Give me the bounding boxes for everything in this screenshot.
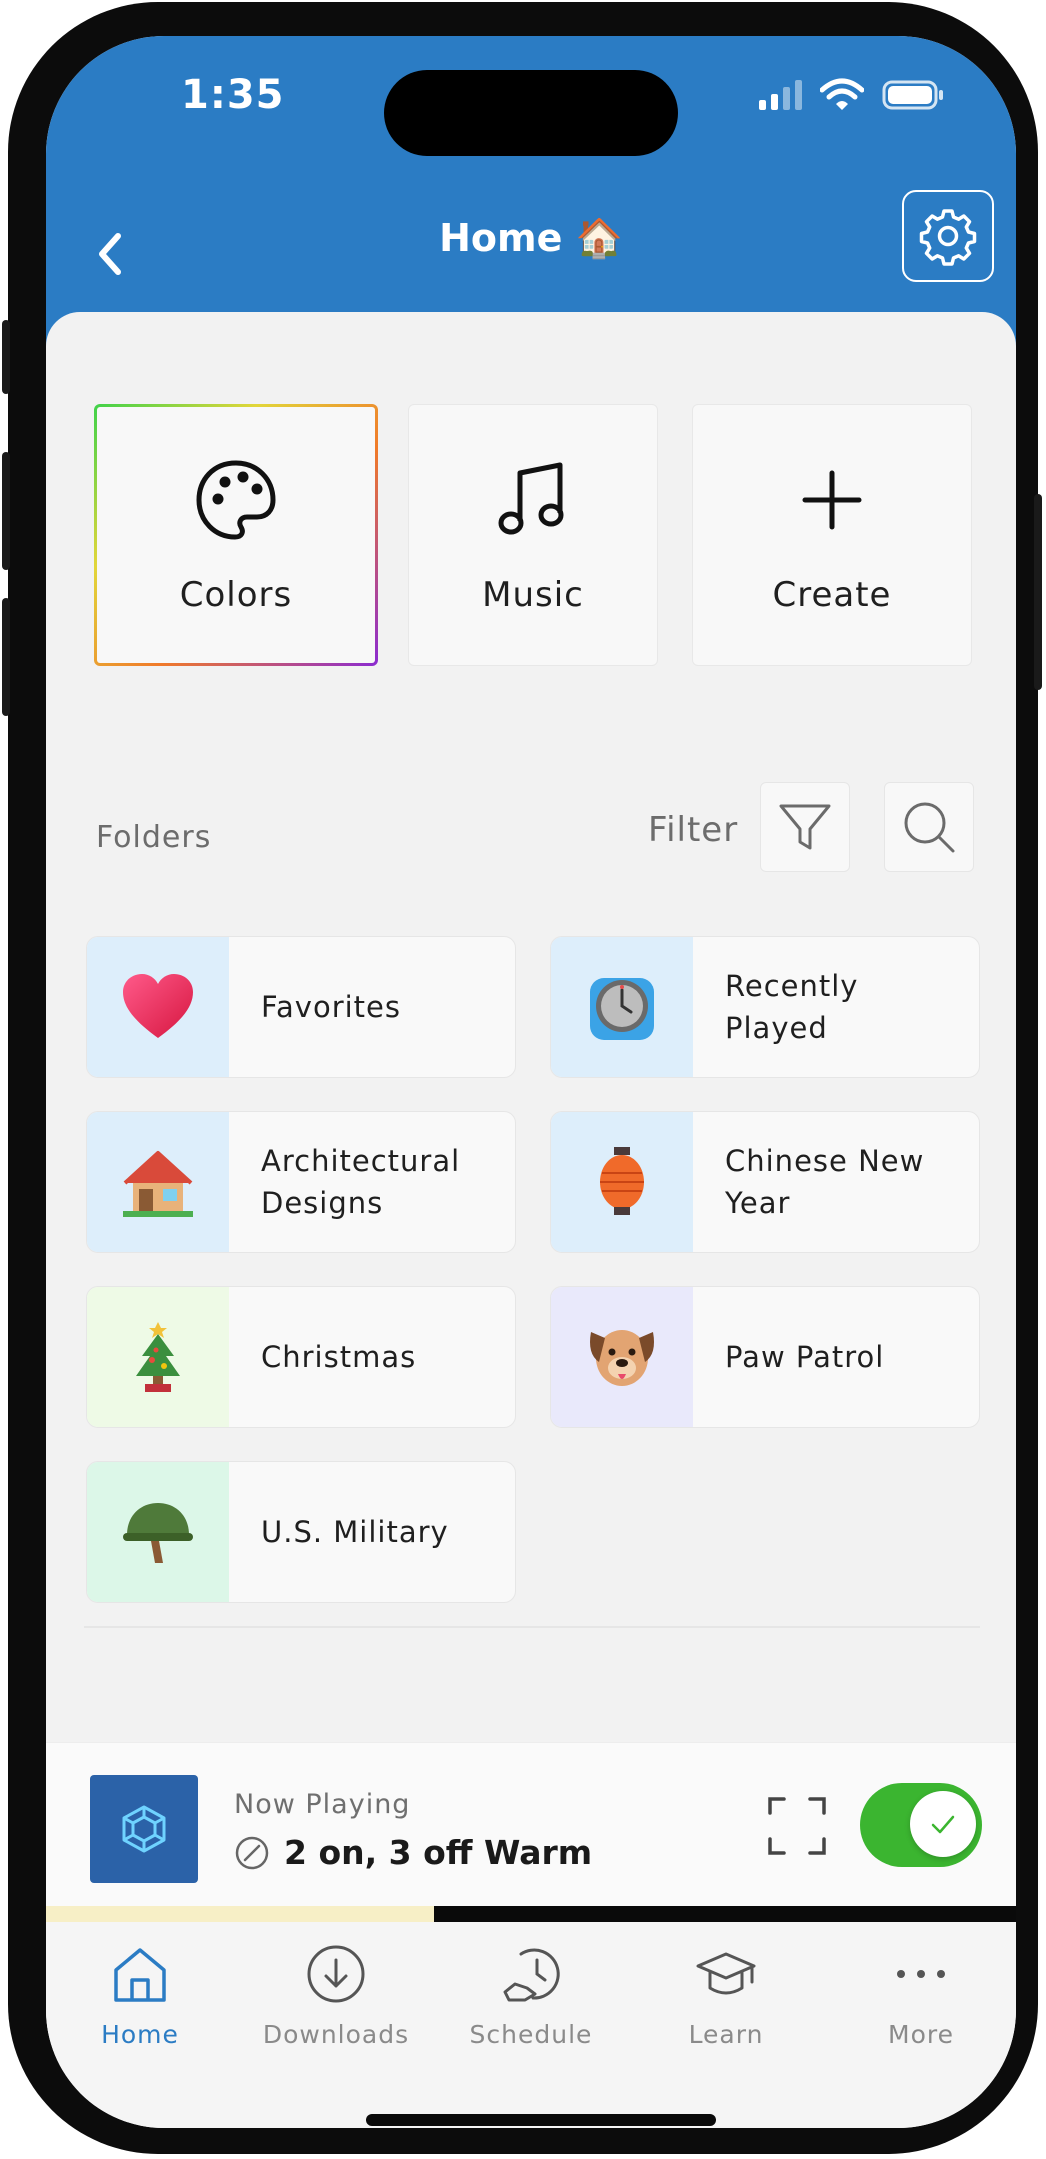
mode-label: Colors	[179, 575, 293, 615]
playback-progress-fill	[46, 1906, 434, 1922]
folder-paw-patrol[interactable]: Paw Patrol	[550, 1286, 980, 1428]
volume-up-button	[2, 452, 10, 570]
folder-label: Architectural Designs	[261, 1144, 461, 1220]
folder-label: Recently Played	[725, 969, 859, 1045]
lantern-icon	[600, 1147, 644, 1215]
home-icon	[114, 1948, 166, 2002]
folder-recently-played[interactable]: Recently Played	[550, 936, 980, 1078]
folders-heading: Folders	[96, 820, 212, 855]
cellular-signal-icon	[759, 80, 802, 110]
christmas-tree-icon	[136, 1322, 180, 1392]
mode-label: Music	[482, 575, 584, 615]
folder-christmas[interactable]: Christmas	[86, 1286, 516, 1428]
gear-icon	[919, 209, 977, 266]
filter-button[interactable]	[760, 782, 850, 872]
fullscreen-icon	[768, 1797, 826, 1855]
mode-card-colors[interactable]: Colors	[94, 404, 378, 666]
mode-card-create[interactable]: Create	[692, 404, 972, 666]
nav-label: Learn	[688, 2020, 764, 2049]
nav-label: Downloads	[262, 2020, 410, 2049]
folder-label: Christmas	[261, 1340, 417, 1374]
battery-icon	[882, 80, 943, 110]
folder-label: U.S. Military	[261, 1515, 449, 1549]
search-button[interactable]	[884, 782, 974, 872]
power-toggle[interactable]	[860, 1783, 982, 1867]
nav-learn[interactable]: Learn	[631, 1942, 821, 2049]
now-playing-title-row: 2 on, 3 off Warm	[234, 1833, 592, 1872]
status-icons	[759, 78, 944, 112]
phone-frame: 1:35 Home 🏠 Colors Music Create Folders …	[2, 2, 1042, 2154]
wifi-icon	[820, 78, 864, 110]
folder-thumbnail	[551, 1287, 693, 1427]
folder-thumbnail	[87, 1287, 229, 1427]
folder-chinese-new-year[interactable]: Chinese New Year	[550, 1111, 980, 1253]
nav-schedule[interactable]: Schedule	[436, 1942, 626, 2049]
dog-face-icon	[590, 1330, 654, 1386]
page-title: Home 🏠	[46, 216, 1016, 261]
palette-icon	[196, 460, 276, 540]
checkmark-icon	[931, 1815, 955, 1834]
now-playing-artwork	[90, 1775, 198, 1883]
heart-icon	[123, 974, 193, 1038]
nav-more[interactable]: More	[826, 1942, 1016, 2049]
now-playing-bar[interactable]: Now Playing 2 on, 3 off Warm	[46, 1742, 1016, 1908]
fullscreen-button[interactable]	[766, 1795, 828, 1857]
mute-switch	[2, 320, 10, 394]
folder-thumbnail	[551, 1112, 693, 1252]
search-icon	[904, 802, 955, 853]
dynamic-island	[384, 70, 678, 156]
home-indicator	[366, 2114, 716, 2126]
nav-downloads[interactable]: Downloads	[241, 1942, 431, 2049]
nav-home[interactable]: Home	[46, 1942, 235, 2049]
schedule-icon	[503, 1948, 560, 2002]
folder-architectural-designs[interactable]: Architectural Designs	[86, 1111, 516, 1253]
folder-label: Favorites	[261, 990, 401, 1024]
section-divider	[84, 1626, 980, 1628]
house-emoji-icon: 🏠	[575, 216, 623, 260]
filter-label[interactable]: Filter	[648, 810, 738, 850]
folder-thumbnail	[551, 937, 693, 1077]
nav-label: Home	[101, 2020, 179, 2049]
color-temperature-icon	[235, 1836, 269, 1869]
folder-label: Paw Patrol	[725, 1340, 885, 1374]
folder-label: Chinese New Year	[725, 1144, 925, 1220]
download-icon	[307, 1945, 365, 2003]
clock-icon	[590, 978, 654, 1040]
filter-icon	[779, 804, 831, 850]
folder-us-military[interactable]: U.S. Military	[86, 1461, 516, 1603]
mode-label: Create	[772, 575, 892, 615]
house-icon	[123, 1151, 193, 1217]
folder-thumbnail	[87, 1112, 229, 1252]
plus-icon	[802, 470, 862, 530]
bottom-nav: Home Downloads Schedule Learn More	[46, 1922, 1016, 2128]
settings-button[interactable]	[902, 190, 994, 282]
nav-label: More	[888, 2020, 954, 2049]
screen: 1:35 Home 🏠 Colors Music Create Folders …	[46, 36, 1016, 2128]
nav-label: Schedule	[469, 2020, 593, 2049]
volume-down-button	[2, 598, 10, 716]
folder-thumbnail	[87, 937, 229, 1077]
status-time: 1:35	[181, 72, 285, 118]
folder-thumbnail	[87, 1462, 229, 1602]
toggle-knob	[910, 1791, 976, 1857]
folder-favorites[interactable]: Favorites	[86, 936, 516, 1078]
graduation-cap-icon	[696, 1952, 756, 1995]
playback-progress-bar[interactable]	[46, 1906, 1016, 1922]
page-title-text: Home	[439, 216, 563, 260]
now-playing-label: Now Playing	[234, 1789, 411, 1820]
mode-card-music[interactable]: Music	[408, 404, 658, 666]
now-playing-title: 2 on, 3 off Warm	[284, 1833, 593, 1872]
more-dots-icon	[897, 1970, 945, 1978]
main-content: Colors Music Create Folders Filter Favor…	[46, 312, 1016, 1742]
power-button	[1034, 494, 1042, 690]
gem-icon	[122, 1805, 166, 1853]
military-helmet-icon	[123, 1503, 193, 1563]
music-note-icon	[498, 462, 564, 535]
